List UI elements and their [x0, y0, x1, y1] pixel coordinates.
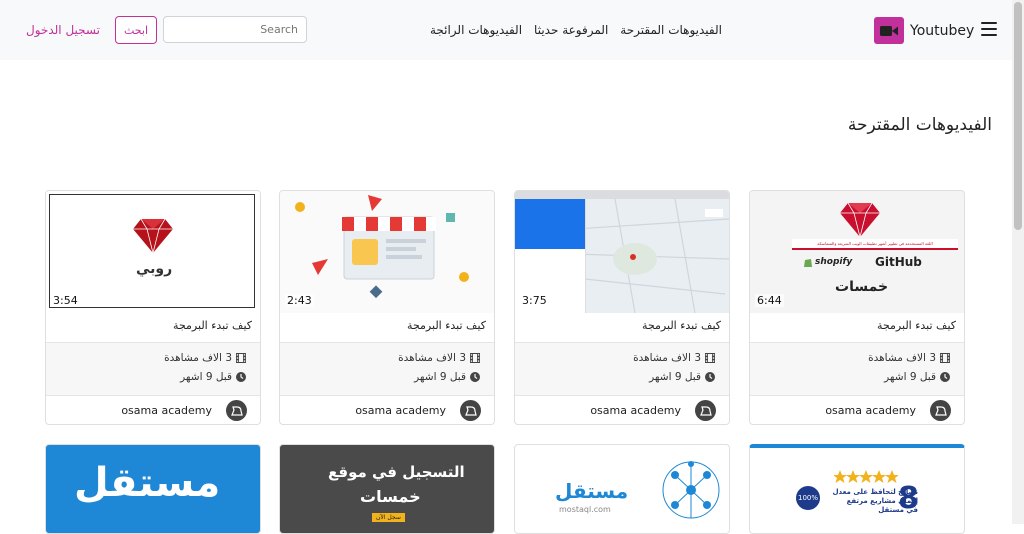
brand-name: Youtubey: [910, 22, 975, 39]
thumbnail-text-domain: mostaql.com: [559, 505, 611, 514]
clock-icon: [236, 372, 246, 382]
video-card[interactable]: التسجيل في موقع خمسات سجل الآن: [279, 444, 495, 534]
card-footer: osama academy: [280, 395, 494, 424]
nav-links: الفيديوهات المقترحة المرفوعة حديثا الفيد…: [430, 23, 722, 37]
video-meta: 3 الاف مشاهدة قبل 9 اشهر: [750, 342, 964, 396]
video-thumbnail[interactable]: روبي 3:54: [46, 191, 260, 313]
brand[interactable]: Youtubey: [874, 17, 974, 44]
film-icon: [470, 353, 480, 363]
channel-name[interactable]: osama academy: [355, 404, 446, 417]
channel-avatar-icon[interactable]: [460, 400, 481, 421]
video-views: 3 الاف مشاهدة: [398, 352, 466, 364]
video-title[interactable]: كيف تبدء البرمجة: [877, 319, 956, 332]
percent-text: 100%: [797, 494, 818, 502]
browser-bar: [515, 191, 729, 199]
video-duration: 2:43: [285, 294, 314, 307]
video-card[interactable]: 3:75 كيف تبدء البرمجة 3 الاف مشاهدة قبل …: [514, 190, 730, 425]
channel-avatar-icon[interactable]: [695, 400, 716, 421]
video-upload-time: قبل 9 اشهر: [414, 371, 466, 383]
video-camera-icon: [874, 17, 904, 44]
channel-name[interactable]: osama academy: [825, 404, 916, 417]
online-store-illustration: [295, 195, 469, 299]
thumbnail-text-register: التسجيل في موقع: [328, 463, 465, 481]
video-views: 3 الاف مشاهدة: [633, 352, 701, 364]
channel-avatar-icon[interactable]: [930, 400, 951, 421]
card-footer: osama academy: [750, 395, 964, 424]
video-meta: 3 الاف مشاهدة قبل 9 اشهر: [280, 342, 494, 396]
page-scrollbar[interactable]: [1012, 0, 1024, 524]
search-input[interactable]: [163, 16, 307, 43]
video-card[interactable]: 2:43 كيف تبدء البرمجة 3 الاف مشاهدة قبل …: [279, 190, 495, 425]
video-upload-time: قبل 9 اشهر: [649, 371, 701, 383]
star-rating-icon: [834, 470, 898, 483]
clock-icon: [470, 372, 480, 382]
video-upload-time: قبل 9 اشهر: [180, 371, 232, 383]
thumbnail-banner: اللغة المستخدمة في تطوير أشهر تطبيقات ال…: [792, 239, 958, 250]
thumbnail-text-mostaql: مستقل: [74, 460, 221, 506]
video-duration: 6:44: [755, 294, 784, 307]
video-card[interactable]: مستقل mostaql.com: [514, 444, 730, 534]
nav-link-suggested[interactable]: الفيديوهات المقترحة: [620, 23, 722, 37]
film-icon: [940, 353, 950, 363]
ruby-gem-icon: [840, 203, 880, 237]
nav-link-recent[interactable]: المرفوعة حديثا: [534, 23, 608, 37]
network-brain-illustration: [662, 461, 720, 519]
video-card[interactable]: 100% نصائح لتحافظ على معدل إكمال مشاريع …: [749, 444, 965, 534]
ruby-gem-icon: [133, 219, 173, 253]
video-title[interactable]: كيف تبدء البرمجة: [173, 319, 252, 332]
video-card[interactable]: اللغة المستخدمة في تطوير أشهر تطبيقات ال…: [749, 190, 965, 425]
hamburger-menu-icon[interactable]: [981, 22, 997, 36]
channel-name[interactable]: osama academy: [590, 404, 681, 417]
card-footer: osama academy: [46, 395, 260, 424]
video-views: 3 الاف مشاهدة: [868, 352, 936, 364]
video-title[interactable]: كيف تبدء البرمجة: [407, 319, 486, 332]
navbar: Youtubey الفيديوهات المقترحة المرفوعة حد…: [0, 0, 1012, 60]
video-meta: 3 الاف مشاهدة قبل 9 اشهر: [46, 342, 260, 396]
video-thumbnail[interactable]: اللغة المستخدمة في تطوير أشهر تطبيقات ال…: [750, 191, 964, 313]
video-duration: 3:75: [520, 294, 549, 307]
film-icon: [236, 353, 246, 363]
shopify-icon: [804, 259, 812, 267]
channel-avatar-icon[interactable]: [226, 400, 247, 421]
card-footer: osama academy: [515, 395, 729, 424]
thumbnail-text-khamsat: خمسات: [360, 487, 421, 506]
video-thumbnail[interactable]: 2:43: [280, 191, 494, 313]
video-meta: 3 الاف مشاهدة قبل 9 اشهر: [515, 342, 729, 396]
video-card[interactable]: مستقل: [45, 444, 261, 534]
login-link[interactable]: تسجيل الدخول: [26, 23, 100, 37]
map-roads: [575, 199, 729, 313]
channel-name[interactable]: osama academy: [121, 404, 212, 417]
thumbnail-text-mostaql: مستقل: [555, 479, 629, 503]
scrollbar-thumb[interactable]: [1014, 2, 1022, 230]
clock-icon: [940, 372, 950, 382]
video-title[interactable]: كيف تبدء البرمجة: [642, 319, 721, 332]
tips-number: 8: [898, 481, 919, 516]
thumbnail-text-github: GitHub: [875, 255, 922, 269]
thumbnail-text-ruby: روبي: [136, 261, 173, 277]
section-title: الفيديوهات المقترحة: [847, 115, 992, 135]
percent-badge: 100%: [796, 486, 820, 510]
clock-icon: [705, 372, 715, 382]
video-views: 3 الاف مشاهدة: [164, 352, 232, 364]
video-upload-time: قبل 9 اشهر: [884, 371, 936, 383]
thumbnail-cta: سجل الآن: [372, 513, 405, 522]
search-button[interactable]: ابحث: [115, 16, 157, 44]
thumbnail-text-khamsat: خمسات: [835, 279, 889, 295]
film-icon: [705, 353, 715, 363]
video-duration: 3:54: [51, 294, 80, 307]
thumbnail-text-shopify: shopify: [815, 257, 853, 267]
video-card[interactable]: روبي 3:54 كيف تبدء البرمجة 3 الاف مشاهدة…: [45, 190, 261, 425]
video-thumbnail[interactable]: 3:75: [515, 191, 729, 313]
nav-link-trending[interactable]: الفيديوهات الرائجة: [430, 23, 522, 37]
